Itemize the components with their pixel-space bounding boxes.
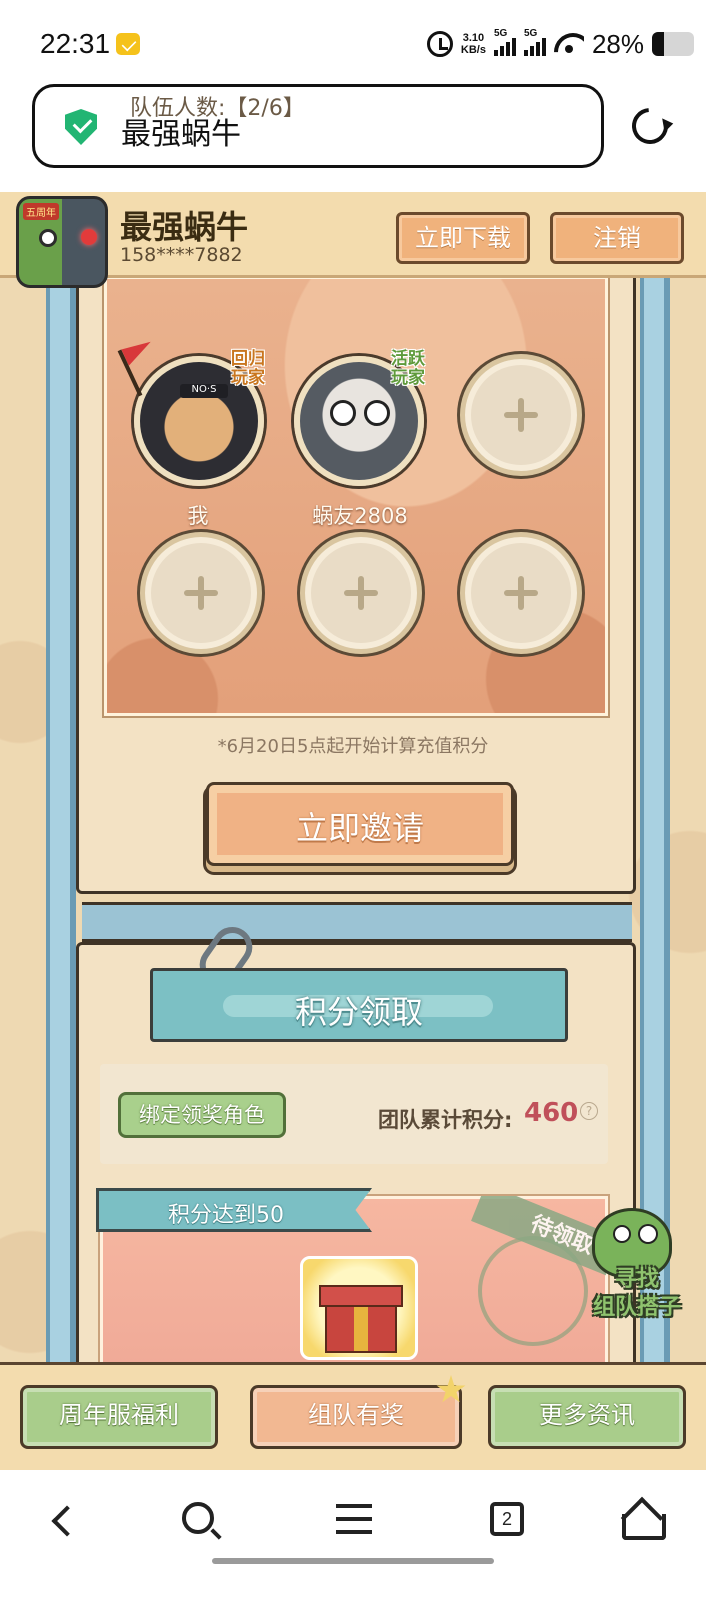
empty-slot[interactable] [140,532,262,654]
eye-left [330,400,356,426]
gift-box-icon[interactable] [300,1256,418,1360]
sim1-label: 5G [493,28,508,39]
alarm-icon [426,31,453,57]
robot-eye [81,229,97,245]
member-tag-active: 活跃 玩家 [391,349,425,388]
sim2-label: 5G [523,28,538,39]
menu-icon[interactable] [336,1504,372,1534]
recharge-note: *6月20日5点起开始计算充值积分 [217,736,489,757]
gesture-bar[interactable] [212,1558,494,1564]
clock: 22:31 [40,28,111,59]
headband-text: NO·S [180,384,228,398]
mail-notification-icon [116,33,140,55]
points-claim-banner: 积分领取 [150,968,568,1042]
reload-icon[interactable] [624,100,676,152]
network-speed-value: 3.10 [462,32,485,44]
eye-right [364,400,390,426]
battery-percent: 28% [591,28,644,59]
signal-icon: 5G [523,28,546,56]
game-header: 五周年 最强蜗牛 158****7882 立即下载 注销 [0,192,706,288]
signal-icon: 5G [493,28,516,56]
status-icons: 3.10 KB/s 5G 5G 28% [426,26,694,62]
reward-threshold: 积分达到50 [168,1203,284,1228]
battery-icon [652,32,694,56]
back-icon[interactable] [51,1505,83,1537]
find-teammate-button[interactable]: 寻找 组队搭子 [572,1204,696,1336]
bind-role-button[interactable]: 绑定领奖角色 [118,1092,286,1138]
wifi-icon [554,33,584,55]
invite-button[interactable]: 立即邀请 [206,782,514,866]
points-claim-title: 积分领取 [294,993,423,1031]
help-icon[interactable]: ? [580,1102,598,1120]
download-button[interactable]: 立即下载 [396,212,530,264]
phone-number: 158****7882 [120,244,243,266]
secure-shield-icon [65,109,97,145]
more-news-tab[interactable]: 更多资讯 [488,1385,686,1449]
address-bar[interactable]: 最强蜗牛 [32,84,604,168]
empty-slot[interactable] [460,354,582,476]
anniversary-benefits-tab[interactable]: 周年服福利 [20,1385,218,1449]
team-points-value: 460 [524,1098,579,1128]
member-name-me: 我 [187,504,209,528]
app-name: 最强蜗牛 [120,208,249,246]
member-name-friend: 蜗友2808 [312,504,408,528]
find-teammate-label: 寻找 组队搭子 [592,1267,681,1320]
battery-fill [652,32,664,56]
member-tag-returning: 回归 玩家 [231,349,265,388]
status-bar: 22:31 3.10 KB/s 5G 5G 28% [0,0,720,88]
empty-slot[interactable] [300,532,422,654]
network-speed: 3.10 KB/s [461,32,486,56]
game-bottom-nav: 周年服福利 组队有奖 更多资讯 [0,1362,706,1470]
team-points-label: 团队累计积分: [378,1108,513,1132]
frog-eye [39,229,57,247]
logout-button[interactable]: 注销 [550,212,684,264]
browser-bottom-nav: 2 [0,1470,720,1600]
network-speed-unit: KB/s [460,44,486,56]
team-rewards-tab[interactable]: 组队有奖 [250,1385,462,1449]
team-count: 队伍人数:【2/6】 [130,96,305,121]
panel-connector [82,902,632,942]
home-icon[interactable] [622,1500,666,1540]
reward-ribbon: 积分达到50 [96,1188,372,1232]
search-icon[interactable] [182,1502,214,1534]
anniversary-badge: 五周年 [23,203,59,220]
tabs-icon[interactable]: 2 [490,1502,524,1536]
left-pillar [46,272,76,1372]
app-icon: 五周年 [16,196,108,288]
empty-slot[interactable] [460,532,582,654]
invite-label: 立即邀请 [295,809,424,847]
